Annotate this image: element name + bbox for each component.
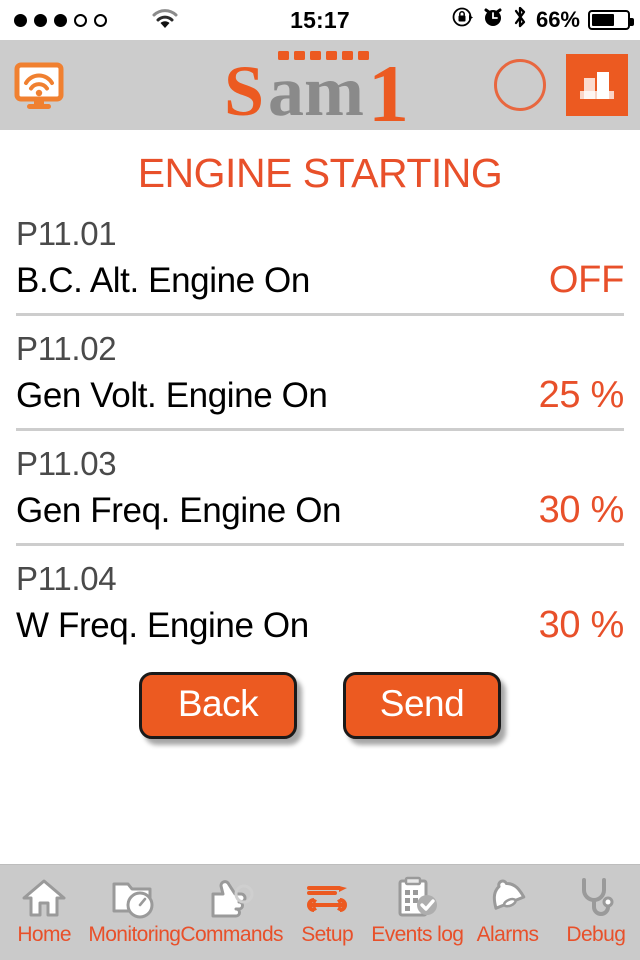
folder-gauge-icon <box>110 872 158 924</box>
bluetooth-icon <box>512 5 528 35</box>
parameter-value[interactable]: 30 % <box>539 489 625 532</box>
send-button[interactable]: Send <box>343 671 501 740</box>
page-title: ENGINE STARTING <box>137 150 503 196</box>
tools-icon <box>303 872 351 924</box>
back-button[interactable]: Back <box>139 671 297 740</box>
hand-pointer-icon <box>208 872 256 924</box>
app-header: S am 1 <box>0 40 640 139</box>
parameter-code: P11.01 <box>16 215 117 252</box>
parameter-label: Gen Freq. Engine On <box>16 491 342 531</box>
parameter-code: P11.02 <box>16 329 117 367</box>
rotation-lock-icon <box>452 6 474 34</box>
tab-label: Setup <box>301 923 354 946</box>
parameter-label: B.C. Alt. Engine On <box>16 261 310 301</box>
tab-label: Alarms <box>476 923 539 946</box>
parameter-value[interactable]: OFF <box>549 259 624 302</box>
parameter-row[interactable]: P11.03 Gen Freq. Engine On 30 % <box>16 427 625 543</box>
svg-text:1: 1 <box>368 48 409 127</box>
parameter-code: P11.04 <box>16 559 117 597</box>
parameter-row[interactable]: P11.02 Gen Volt. Engine On 25 % <box>16 312 625 428</box>
tab-label: Debug <box>566 923 626 946</box>
status-bar-right-group: 66% <box>452 5 634 35</box>
tab-events-log[interactable]: Events log <box>371 864 464 960</box>
clipboard-check-icon <box>393 872 441 924</box>
parameter-row[interactable]: P11.01 B.C. Alt. Engine On OFF <box>16 209 624 313</box>
battery-icon <box>588 10 634 30</box>
tab-setup[interactable]: Setup <box>283 864 371 960</box>
battery-percent-label: 66% <box>535 7 580 32</box>
tab-label: Home <box>17 923 71 946</box>
parameter-row[interactable]: P11.04 W Freq. Engine On 30 % <box>16 542 625 658</box>
action-button-bar: Back Send <box>0 671 640 740</box>
stethoscope-icon <box>572 872 620 924</box>
parameter-label: Gen Volt. Engine On <box>16 376 328 416</box>
tab-label: Events log <box>371 923 464 946</box>
bottom-tab-bar: Home Monitoring Commands Setup Events lo… <box>0 864 640 960</box>
home-icon <box>21 872 67 924</box>
status-circle-icon[interactable] <box>494 59 546 111</box>
parameter-value[interactable]: 25 % <box>539 374 625 417</box>
bell-icon <box>484 872 532 924</box>
header-right-controls <box>494 54 632 116</box>
tab-label: Commands <box>180 923 283 946</box>
svg-text:S: S <box>224 51 264 127</box>
tab-home[interactable]: Home <box>0 864 88 960</box>
app-root: 15:17 66% S am 1 ENGINE STARTING P11.01 … <box>0 0 640 960</box>
tab-alarms[interactable]: Alarms <box>463 864 551 960</box>
alarm-clock-icon <box>482 6 504 34</box>
parameter-code: P11.03 <box>16 444 117 482</box>
tab-debug[interactable]: Debug <box>552 864 640 960</box>
bar-chart-icon[interactable] <box>566 54 628 116</box>
parameter-value[interactable]: 30 % <box>539 604 625 647</box>
tab-label: Monitoring <box>88 923 181 946</box>
ios-status-bar: 15:17 66% <box>0 0 640 40</box>
tab-commands[interactable]: Commands <box>180 864 284 960</box>
svg-text:am: am <box>268 51 364 127</box>
parameter-list: P11.01 B.C. Alt. Engine On OFF P11.02 Ge… <box>0 209 640 658</box>
monitor-wifi-icon[interactable] <box>8 54 70 116</box>
tab-monitoring[interactable]: Monitoring <box>88 864 181 960</box>
parameter-label: W Freq. Engine On <box>16 606 309 645</box>
